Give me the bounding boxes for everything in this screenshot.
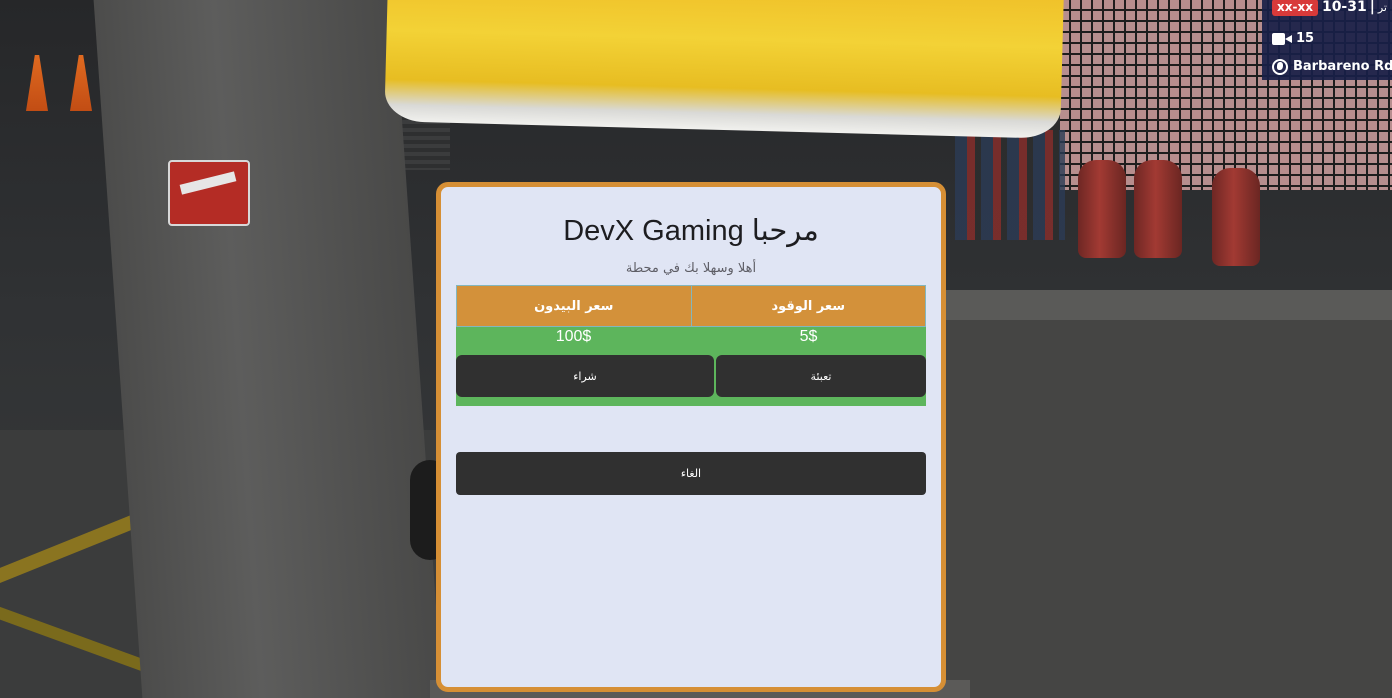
can-price-header: سعر البيدون (456, 285, 691, 327)
hud-date: 10-31 (1321, 0, 1367, 15)
fuel-station-canopy (384, 0, 1064, 139)
hud-location: Barbareno Rd (1293, 59, 1392, 74)
fuel-price-header: سعر الوقود (690, 285, 926, 327)
gas-cylinder (1134, 160, 1182, 258)
sidewalk-curb (940, 290, 1392, 320)
gas-cylinder (1212, 168, 1260, 266)
merchandise-shelf (955, 130, 1065, 240)
hud-count: 15 (1296, 31, 1315, 46)
price-values-row: 5$ 100$ (456, 327, 926, 347)
cancel-button[interactable]: الغاء (456, 452, 926, 495)
video-camera-icon (1272, 32, 1294, 46)
hud-date-row: xx-xx 10-31 | تر (1272, 0, 1387, 18)
buy-can-button[interactable]: شراء (456, 355, 714, 397)
hud-panel: xx-xx 10-31 | تر 15 Barbareno Rd (1262, 0, 1392, 80)
globe-icon (1272, 59, 1288, 75)
hud-count-row: 15 (1272, 30, 1314, 48)
dialog-subtitle: أهلا وسهلا بك في محطة (625, 261, 757, 276)
floor-area (940, 300, 1392, 698)
price-table-header: سعر الوقود سعر البيدون (456, 285, 926, 327)
fuel-price-value: 5$ (799, 328, 818, 345)
can-price-value: 100$ (555, 328, 592, 345)
hud-location-row: Barbareno Rd (1272, 58, 1392, 76)
no-smoking-sign (168, 160, 250, 226)
hud-tail-text: تر (1377, 1, 1387, 14)
server-code-badge: xx-xx (1272, 0, 1318, 16)
refuel-button[interactable]: تعبئة (716, 355, 926, 397)
fuel-station-dialog: مرحبا DevX Gaming أهلا وسهلا بك في محطة … (436, 182, 946, 692)
gas-cylinder (1078, 160, 1126, 258)
dialog-title: مرحبا DevX Gaming (563, 215, 819, 247)
action-buttons-row: تعبئة شراء (456, 355, 926, 397)
hud-separator: | (1369, 0, 1375, 15)
price-table: سعر الوقود سعر البيدون 5$ 100$ تعبئة شرا… (456, 285, 926, 406)
